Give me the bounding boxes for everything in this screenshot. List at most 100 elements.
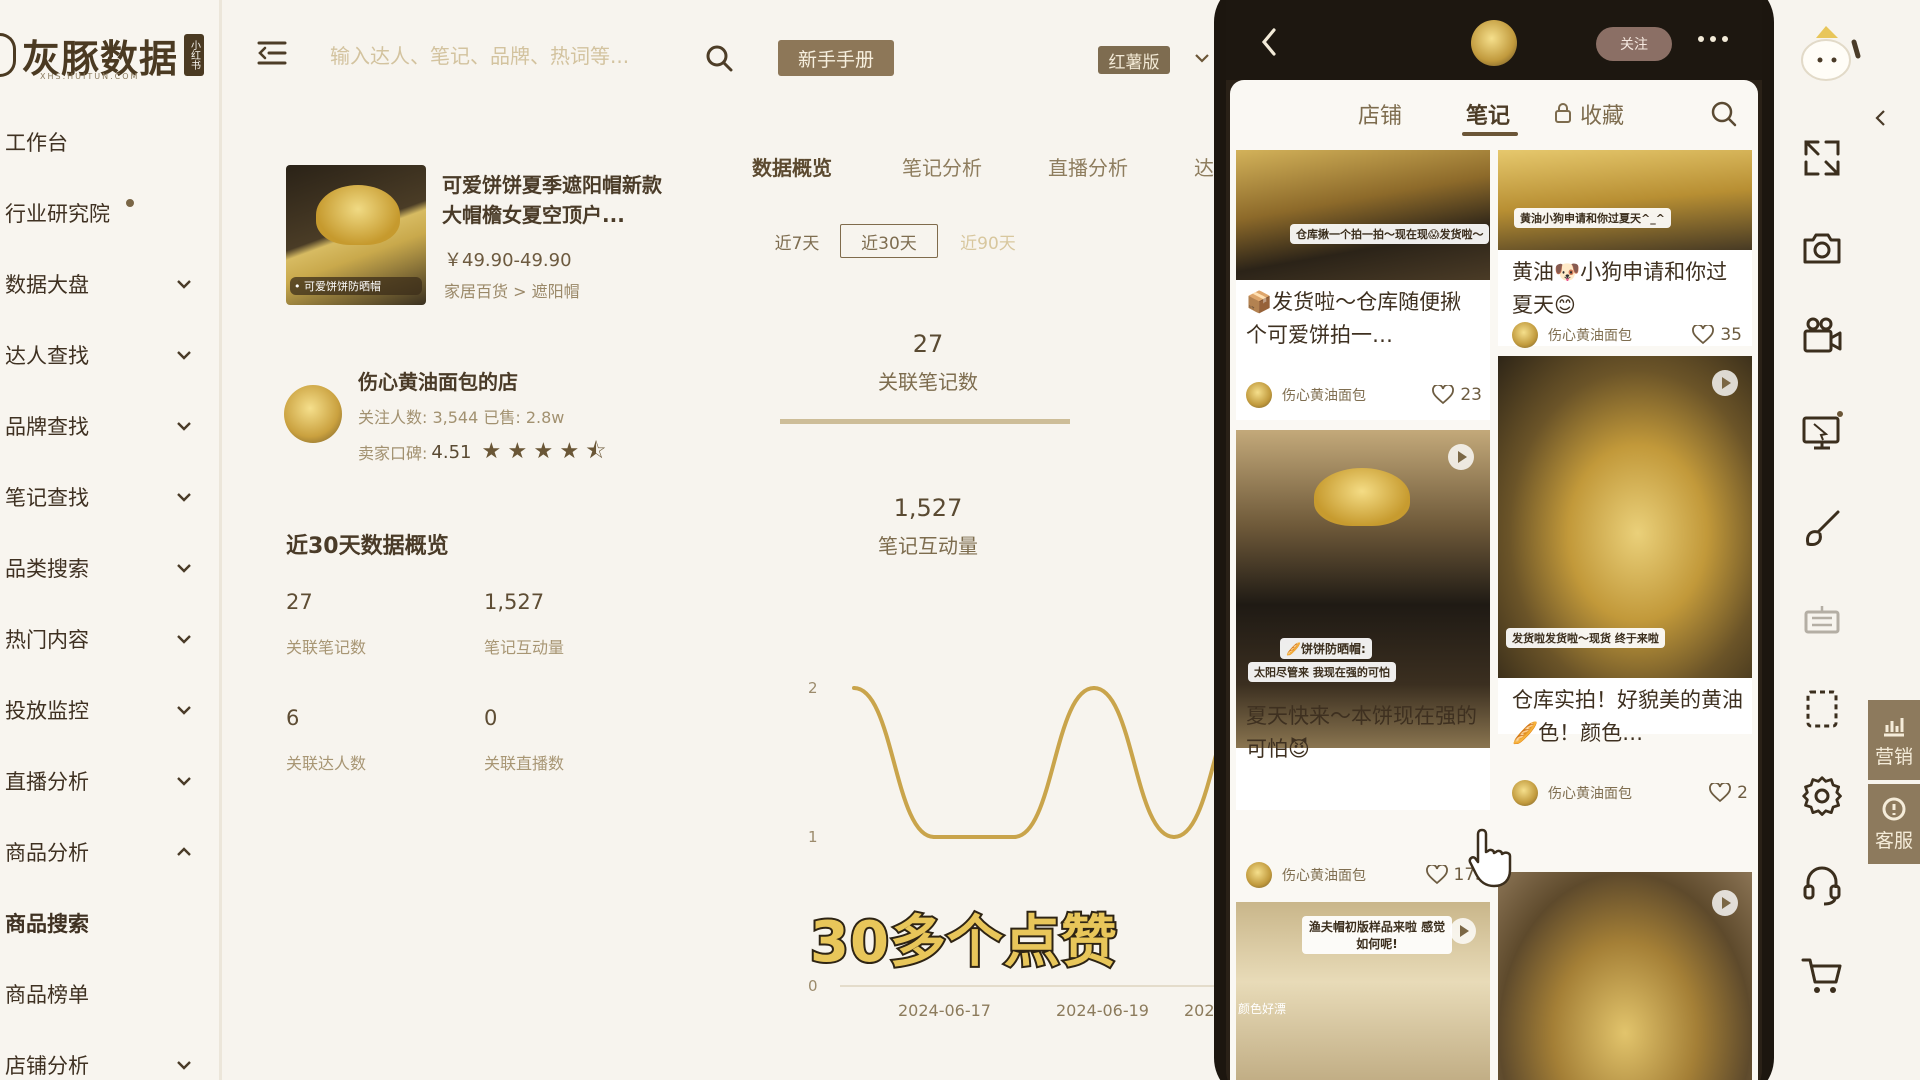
sidebar-item-label: 数据大盘	[5, 273, 89, 297]
tab-note-analysis[interactable]: 笔记分析	[902, 152, 982, 181]
range-30d[interactable]: 近30天	[840, 224, 938, 258]
brush-icon[interactable]	[1800, 506, 1844, 550]
metric-notes-value: 27	[286, 590, 313, 614]
phone-search-icon[interactable]	[1710, 100, 1738, 128]
cart-icon[interactable]	[1800, 952, 1844, 996]
product-image[interactable]: • 可爱饼饼防晒帽	[286, 165, 426, 305]
chevron-down-icon[interactable]	[173, 557, 195, 579]
sidebar-item[interactable]: 热门内容	[5, 619, 195, 659]
tab-influencer[interactable]: 达	[1194, 152, 1214, 181]
sidebar-item[interactable]: 工作台	[5, 122, 195, 162]
shop-avatar[interactable]	[284, 385, 342, 443]
collapse-arrow-icon[interactable]	[1874, 108, 1888, 128]
note-card[interactable]: 黄油小狗申请和你过夏天^_^ 黄油🐶小狗申请和你过夏天😊 伤心黄油面包 35	[1498, 150, 1752, 348]
logo[interactable]: 灰豚数据 小红书 XHS.HUITUN.COM	[0, 30, 205, 81]
series-line	[853, 685, 1220, 840]
sidebar-item-label: 商品分析	[5, 841, 89, 865]
note-image-text-2: 太阳尽管来 我现在强的可怕	[1248, 662, 1396, 682]
chevron-down-icon[interactable]	[173, 273, 195, 295]
kpi-interactions-value: 1,527	[893, 494, 963, 522]
chevron-down-icon[interactable]	[173, 486, 195, 508]
mascot-icon[interactable]	[1792, 22, 1862, 82]
video-play-icon[interactable]	[1448, 444, 1474, 470]
note-card[interactable]: 仓库揪一个拍一拍～现在现😱发货啦～ 📦发货啦～仓库随便揪个可爱饼拍一… 伤心黄油…	[1236, 150, 1490, 420]
star-icon: ⯪	[585, 439, 607, 464]
profile-avatar[interactable]	[1471, 20, 1517, 66]
logo-subtitle: XHS.HUITUN.COM	[40, 72, 140, 81]
product-price: ￥49.90-49.90	[444, 250, 572, 271]
note-card[interactable]	[1498, 872, 1752, 1080]
settings-gear-icon[interactable]	[1800, 774, 1844, 818]
phone-tab-underline	[1462, 132, 1518, 136]
chevron-down-icon[interactable]	[173, 628, 195, 650]
chevron-down-icon[interactable]	[1192, 48, 1212, 68]
sidebar-item[interactable]: 投放监控	[5, 690, 195, 730]
like-count[interactable]: 23	[1432, 385, 1482, 405]
chevron-down-icon[interactable]	[173, 699, 195, 721]
camera-icon[interactable]	[1800, 226, 1844, 270]
chevron-down-icon[interactable]	[173, 415, 195, 437]
metric-notes-label: 关联笔记数	[286, 638, 367, 657]
chevron-up-icon[interactable]	[173, 841, 195, 863]
video-play-icon[interactable]	[1712, 890, 1738, 916]
headset-icon[interactable]	[1800, 862, 1844, 906]
note-card[interactable]: 🥖饼饼防晒帽: 太阳尽管来 我现在强的可怕 夏天快来～本饼现在强的可怕😈	[1236, 430, 1490, 810]
tab-live-analysis[interactable]: 直播分析	[1048, 152, 1128, 181]
like-count[interactable]: 2	[1709, 783, 1748, 803]
chevron-down-icon[interactable]	[173, 1054, 195, 1076]
sidebar-item[interactable]: 品牌查找	[5, 406, 195, 446]
back-arrow-icon[interactable]	[1256, 24, 1282, 60]
tab-data-overview[interactable]: 数据概览	[752, 152, 832, 181]
range-7d[interactable]: 近7天	[766, 224, 828, 258]
fullscreen-icon[interactable]	[1800, 136, 1844, 180]
sidebar-item[interactable]: 数据大盘	[5, 264, 195, 304]
chevron-down-icon[interactable]	[173, 770, 195, 792]
shop-name[interactable]: 伤心黄油面包的店	[358, 366, 518, 395]
video-play-icon[interactable]	[1712, 370, 1738, 396]
video-play-icon[interactable]	[1450, 918, 1476, 944]
guide-button[interactable]: 新手手册	[778, 40, 894, 76]
like-count[interactable]: 35	[1692, 325, 1742, 345]
side-tab-marketing[interactable]: 营销	[1868, 700, 1920, 780]
product-category[interactable]: 家居百货 > 遮阳帽	[444, 278, 580, 302]
phone-tab-shop[interactable]: 店铺	[1358, 98, 1402, 130]
y-tick-label: 1	[808, 828, 818, 846]
sidebar-item[interactable]: 达人查找	[5, 335, 195, 375]
menu-toggle-icon[interactable]	[257, 40, 287, 66]
sidebar-item-label: 工作台	[5, 131, 68, 155]
logo-mark-icon	[0, 33, 16, 77]
product-title[interactable]: 可爱饼饼夏季遮阳帽新款大帽檐女夏空顶户...	[442, 170, 672, 230]
sidebar-item-label: 笔记查找	[5, 486, 89, 510]
more-dots-icon[interactable]	[1698, 36, 1738, 46]
crop-icon[interactable]	[1800, 686, 1844, 730]
note-card[interactable]: 渔夫帽初版样品来啦 感觉如何呢! 颜色好漂	[1236, 902, 1490, 1080]
hat-shape	[1314, 468, 1410, 526]
note-author: 伤心黄油面包	[1282, 388, 1366, 404]
phone-tab-notes[interactable]: 笔记	[1466, 98, 1510, 130]
chevron-down-icon[interactable]	[173, 344, 195, 366]
keyboard-icon[interactable]	[1800, 598, 1844, 642]
video-camera-icon[interactable]	[1800, 314, 1844, 358]
side-tab-service[interactable]: 客服	[1868, 784, 1920, 864]
note-card[interactable]: 发货啦发货啦～现货 终于来啦 仓库实拍！好貌美的黄油🥖色！颜色…	[1498, 356, 1752, 745]
note-author: 伤心黄油面包	[1548, 786, 1632, 802]
star-icon: ★	[533, 439, 554, 464]
range-90d[interactable]: 近90天	[950, 224, 1026, 258]
sidebar-item[interactable]: 品类搜索	[5, 548, 195, 588]
note-author: 伤心黄油面包	[1548, 328, 1632, 344]
author-avatar	[1246, 382, 1272, 408]
data-point	[1092, 686, 1096, 690]
sidebar-item[interactable]: 商品榜单	[5, 974, 195, 1014]
follow-button[interactable]: 关注	[1596, 27, 1672, 61]
sidebar-item[interactable]: 行业研究院	[5, 193, 195, 233]
phone-tab-favorites[interactable]: 收藏	[1580, 98, 1624, 130]
version-tag[interactable]: 红薯版	[1098, 46, 1170, 74]
sidebar-item[interactable]: 笔记查找	[5, 477, 195, 517]
screen-record-icon[interactable]	[1800, 410, 1844, 454]
sidebar-item[interactable]: 商品搜索	[5, 903, 195, 943]
sidebar-item[interactable]: 商品分析	[5, 832, 195, 872]
sidebar-item[interactable]: 直播分析	[5, 761, 195, 801]
search-icon[interactable]	[705, 44, 733, 72]
search-input[interactable]	[330, 38, 680, 74]
sidebar-item[interactable]: 店铺分析	[5, 1045, 195, 1080]
